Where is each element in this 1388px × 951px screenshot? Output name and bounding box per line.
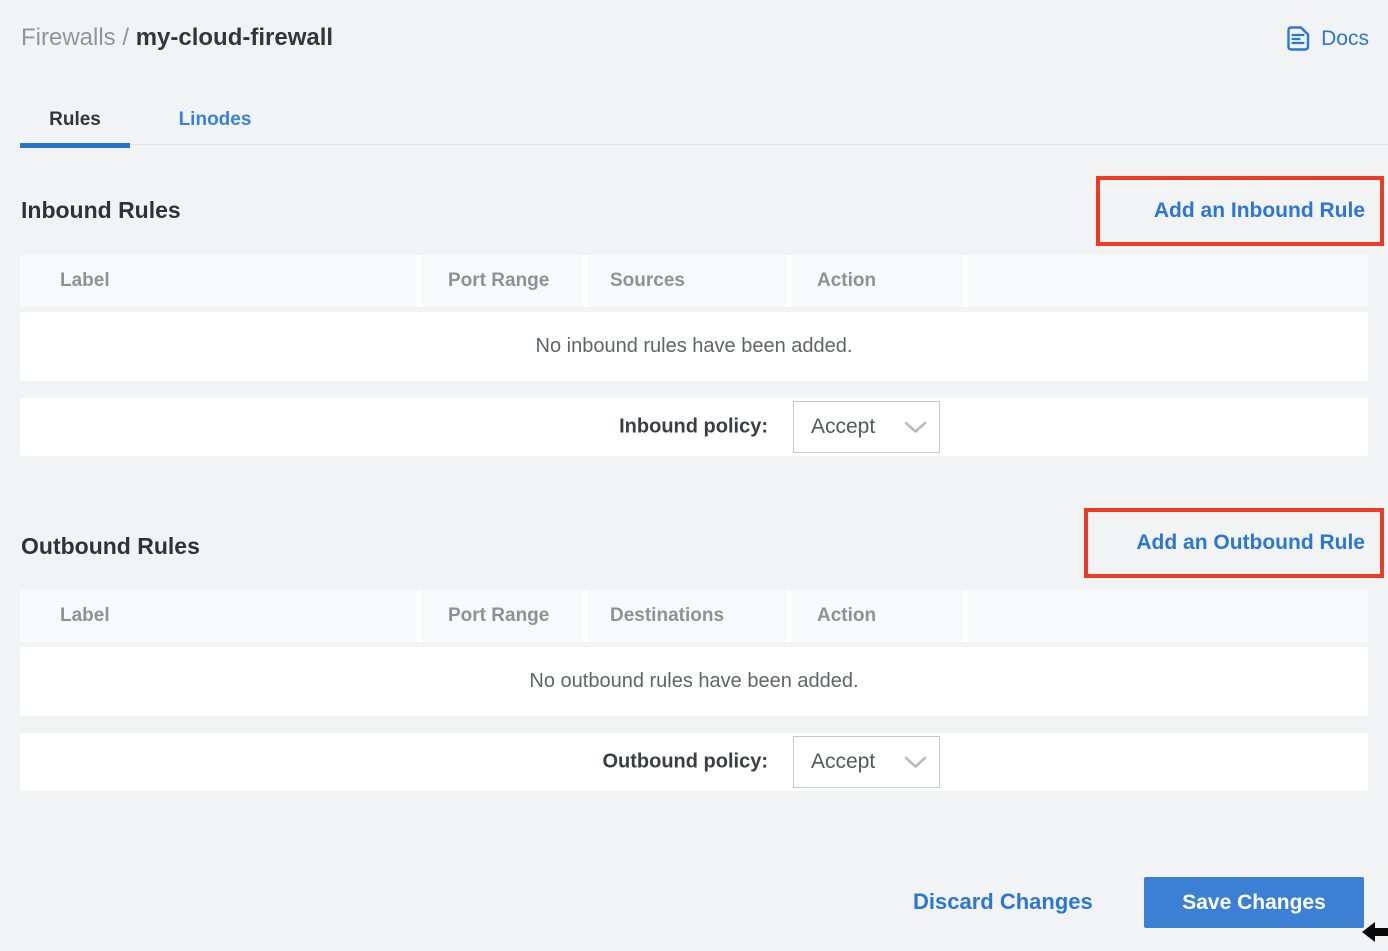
docs-link-label: Docs <box>1321 27 1369 51</box>
tab-bar: Rules Linodes <box>20 99 1388 145</box>
inbound-policy-value: Accept <box>811 415 875 439</box>
mouse-cursor <box>1362 922 1388 951</box>
outbound-policy-value: Accept <box>811 750 875 774</box>
inbound-policy-select[interactable]: Accept <box>793 401 940 453</box>
inbound-empty-row: No inbound rules have been added. <box>20 312 1368 381</box>
inbound-column-label: Label <box>20 255 417 307</box>
outbound-empty-row: No outbound rules have been added. <box>20 647 1368 716</box>
outbound-column-port-range: Port Range <box>422 590 583 642</box>
outbound-table-header: Label Port Range Destinations Action <box>20 590 1368 642</box>
outbound-column-spacer <box>968 590 1368 642</box>
firewall-detail-page: Firewalls / my-cloud-firewall Docs Rules… <box>0 0 1388 951</box>
tab-rules[interactable]: Rules <box>20 99 130 145</box>
outbound-column-destinations: Destinations <box>588 590 786 642</box>
outbound-column-label: Label <box>20 590 417 642</box>
chevron-down-icon <box>904 756 927 769</box>
breadcrumb: Firewalls / my-cloud-firewall <box>21 24 333 52</box>
outbound-add-annotation-box: Add an Outbound Rule <box>1084 508 1384 578</box>
inbound-rules-heading: Inbound Rules <box>21 197 181 224</box>
outbound-policy-label: Outbound policy: <box>602 751 768 774</box>
inbound-table-header: Label Port Range Sources Action <box>20 255 1368 307</box>
save-changes-button[interactable]: Save Changes <box>1144 877 1364 928</box>
document-icon <box>1284 25 1311 52</box>
tab-linodes[interactable]: Linodes <box>155 99 275 145</box>
inbound-empty-message: No inbound rules have been added. <box>536 335 853 358</box>
add-inbound-rule-button[interactable]: Add an Inbound Rule <box>1154 199 1365 223</box>
breadcrumb-current-firewall: my-cloud-firewall <box>136 24 333 51</box>
inbound-column-port-range: Port Range <box>422 255 583 307</box>
inbound-add-annotation-box: Add an Inbound Rule <box>1096 176 1384 246</box>
inbound-column-action: Action <box>791 255 963 307</box>
inbound-policy-label: Inbound policy: <box>619 416 768 439</box>
docs-link[interactable]: Docs <box>1284 25 1369 52</box>
inbound-column-spacer <box>968 255 1368 307</box>
outbound-policy-select[interactable]: Accept <box>793 736 940 788</box>
outbound-empty-message: No outbound rules have been added. <box>529 670 858 693</box>
outbound-policy-row: Outbound policy: Accept <box>20 733 1368 791</box>
chevron-down-icon <box>904 421 927 434</box>
inbound-policy-row: Inbound policy: Accept <box>20 398 1368 456</box>
outbound-column-action: Action <box>791 590 963 642</box>
add-outbound-rule-button[interactable]: Add an Outbound Rule <box>1136 531 1365 555</box>
inbound-column-sources: Sources <box>588 255 786 307</box>
breadcrumb-firewalls-link[interactable]: Firewalls / <box>21 24 129 51</box>
outbound-rules-heading: Outbound Rules <box>21 533 200 560</box>
discard-changes-button[interactable]: Discard Changes <box>913 889 1093 915</box>
